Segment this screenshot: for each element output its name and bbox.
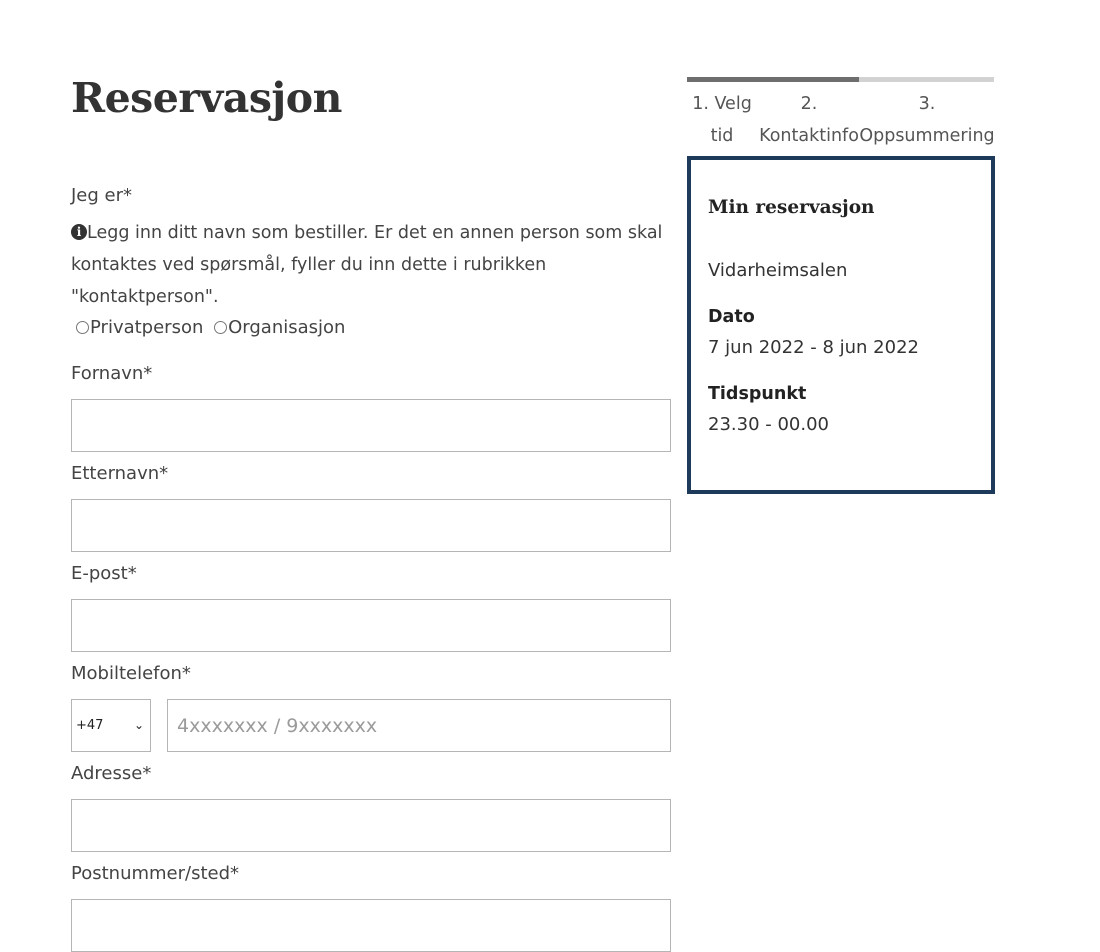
firstname-label: Fornavn* [71, 363, 153, 384]
address-input[interactable] [71, 799, 671, 852]
info-circle-icon: i [71, 224, 87, 240]
step-2-label: Kontaktinfo [759, 126, 859, 146]
step-3: 3. Oppsummering [858, 88, 996, 152]
lastname-label: Etternavn* [71, 463, 169, 484]
phone-input[interactable]: 4xxxxxxx / 9xxxxxxx [167, 699, 671, 752]
steps-progress-bar [687, 77, 994, 82]
chevron-down-icon: ⌄ [133, 718, 144, 732]
country-code-select[interactable]: +47 ⌄ [71, 699, 151, 752]
summary-venue: Vidarheimsalen [708, 260, 848, 281]
summary-title: Min reservasjon [708, 197, 875, 218]
step-2: 2. Kontaktinfo [758, 88, 860, 152]
step-3-label: Oppsummering [859, 126, 995, 146]
radio-organization-label[interactable]: Organisasjon [228, 317, 345, 338]
firstname-input[interactable] [71, 399, 671, 452]
summary-time-value: 23.30 - 00.00 [708, 414, 829, 435]
radio-private-label[interactable]: Privatperson [90, 317, 203, 338]
summary-time-label: Tidspunkt [708, 384, 807, 404]
radio-organization[interactable] [214, 321, 228, 334]
summary-date-value: 7 jun 2022 - 8 jun 2022 [708, 337, 919, 358]
country-code-value: +47 [76, 718, 104, 733]
step-1-number: 1. Velg [692, 94, 752, 114]
email-label: E-post* [71, 563, 137, 584]
customer-type-radios: Privatperson Organisasjon [71, 312, 671, 344]
customer-type-label: Jeg er* [71, 185, 133, 206]
page-title: Reservasjon [71, 74, 342, 122]
step-1-label: tid [710, 126, 734, 146]
postal-label: Postnummer/sted* [71, 863, 240, 884]
postal-input[interactable] [71, 899, 671, 952]
lastname-input[interactable] [71, 499, 671, 552]
phone-label: Mobiltelefon* [71, 663, 191, 684]
step-2-number: 2. [800, 94, 818, 114]
reservation-summary: Min reservasjon Vidarheimsalen Dato 7 ju… [687, 156, 995, 494]
step-1: 1. Velg tid [690, 88, 754, 152]
steps-progress-fill [687, 77, 859, 82]
step-3-number: 3. [918, 94, 936, 114]
address-label: Adresse* [71, 763, 152, 784]
info-text: Legg inn ditt navn som bestiller. Er det… [71, 223, 663, 307]
reservation-form: Jeg er* i Legg inn ditt navn som bestille… [71, 180, 671, 952]
info-text-block: i Legg inn ditt navn som bestiller. Er de… [71, 217, 671, 313]
email-input[interactable] [71, 599, 671, 652]
radio-private[interactable] [76, 321, 89, 334]
phone-row: +47 ⌄ 4xxxxxxx / 9xxxxxxx [71, 699, 671, 752]
summary-date-label: Dato [708, 307, 755, 327]
